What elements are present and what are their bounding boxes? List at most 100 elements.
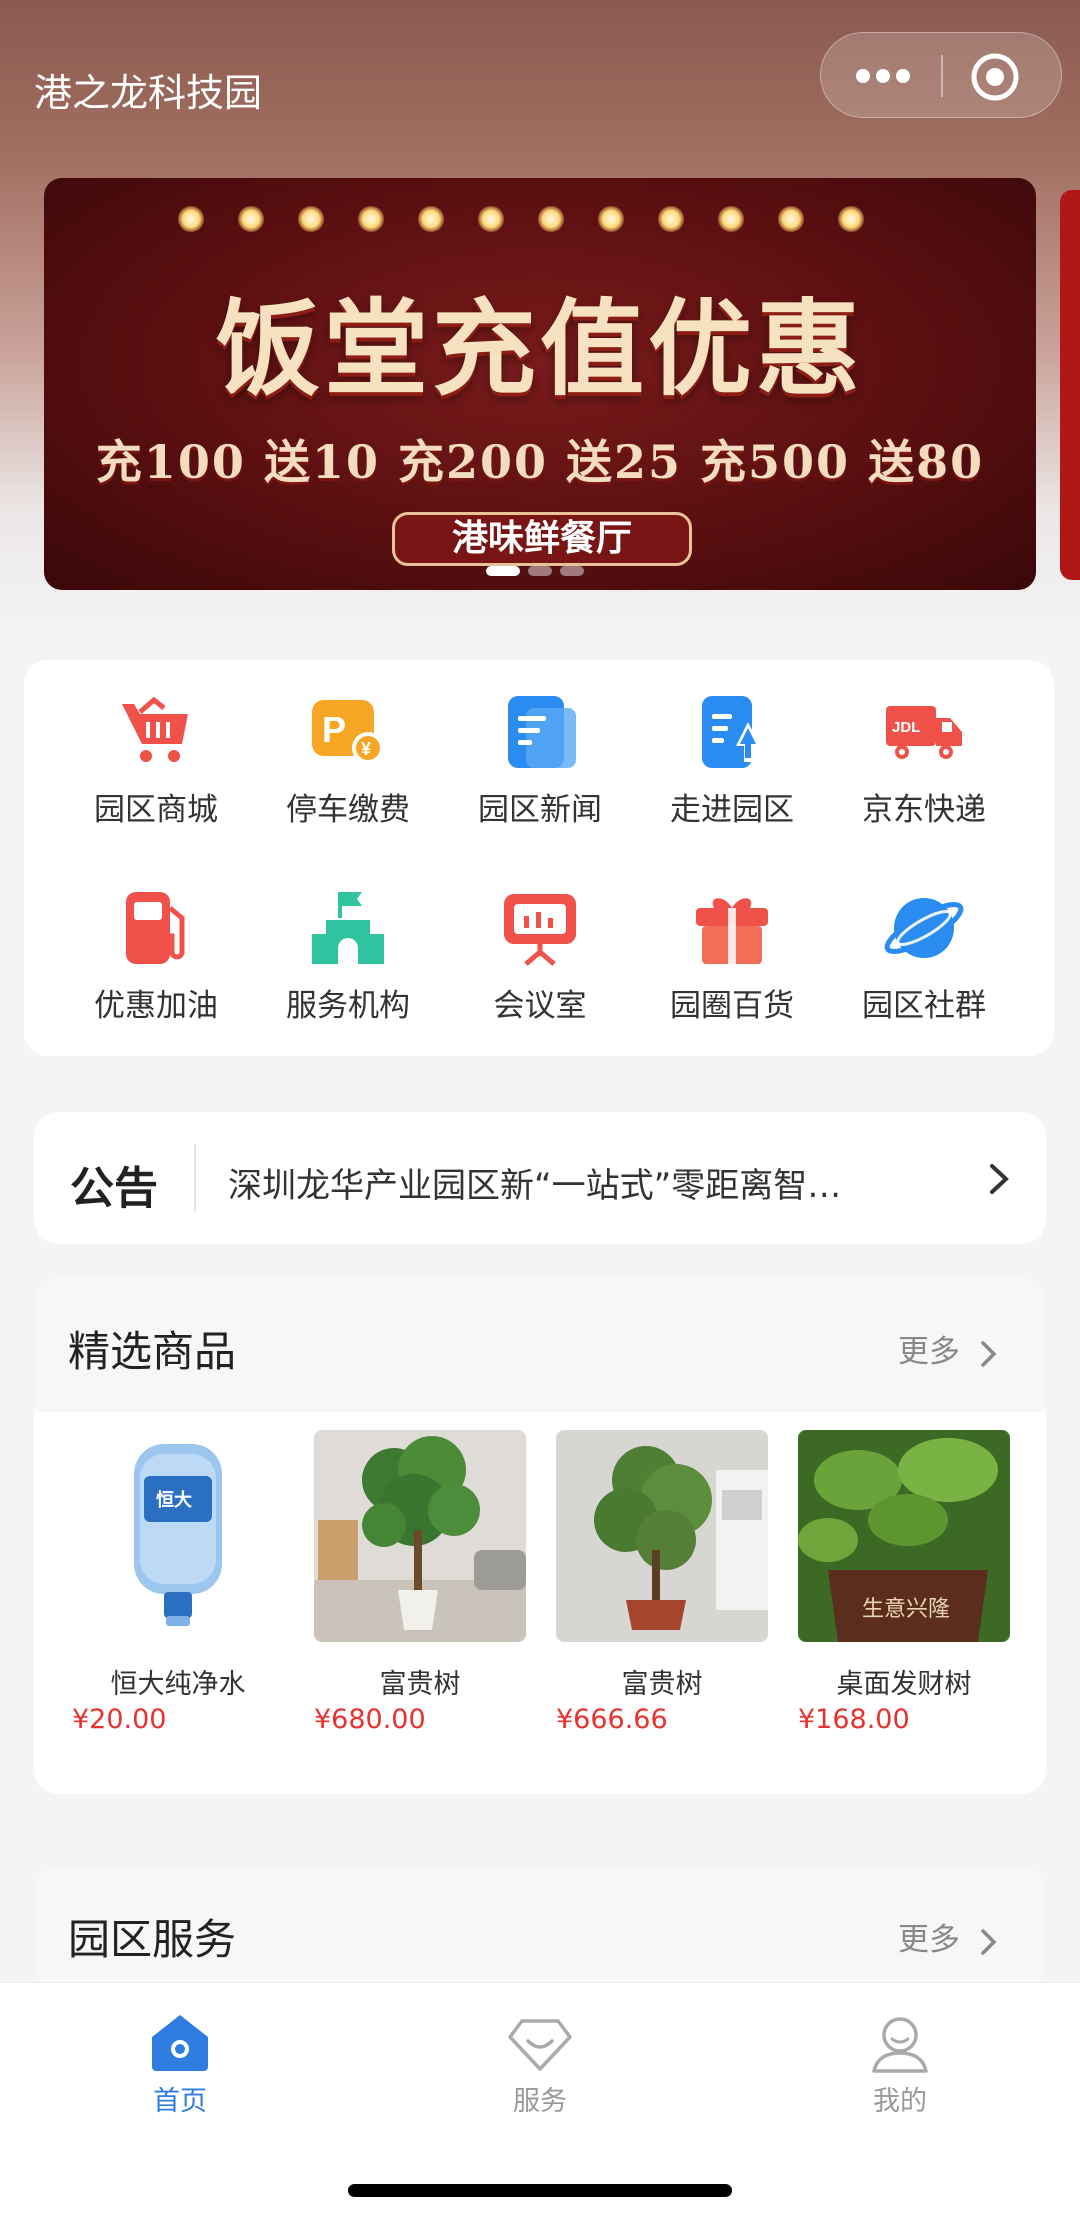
- shopping-cart-icon: [122, 696, 188, 762]
- product-price: ¥168.00: [798, 1704, 910, 1735]
- banner-title: 饭堂充值优惠: [215, 287, 864, 410]
- target-circle-icon[interactable]: [969, 51, 1021, 103]
- grid-item-meeting-room[interactable]: 会议室: [444, 862, 636, 1024]
- product-price: ¥20.00: [72, 1704, 167, 1735]
- light-bulb-decoration: [178, 206, 204, 232]
- mini-program-capsule: [820, 32, 1062, 118]
- app-title: 港之龙科技园: [34, 71, 263, 115]
- product-card[interactable]: 富贵树 ¥680.00: [314, 1430, 526, 1750]
- light-bulb-decoration: [238, 206, 264, 232]
- home-icon: [152, 2015, 208, 2071]
- product-card[interactable]: 富贵树 ¥666.66: [556, 1430, 768, 1750]
- light-bulb-decoration: [838, 206, 864, 232]
- grid-item-park-guide[interactable]: 走进园区: [636, 666, 828, 828]
- grid-item-label: 走进园区: [670, 792, 794, 828]
- announcement-divider: [194, 1144, 196, 1212]
- grid-item-label: 服务机构: [286, 988, 410, 1024]
- announcement-text[interactable]: 深圳龙华产业园区新“一站式”零距离智…: [228, 1158, 968, 1207]
- grid-item-news[interactable]: 园区新闻: [444, 666, 636, 828]
- grid-item-label: 优惠加油: [94, 988, 218, 1024]
- building-flag-icon: [312, 892, 384, 964]
- plant-image: 生意兴隆: [798, 1430, 1010, 1642]
- chevron-right-icon: [981, 1340, 997, 1367]
- grid-item-label: 园区社群: [862, 988, 986, 1024]
- grid-item-fuel[interactable]: 优惠加油: [60, 862, 252, 1024]
- home-indicator: [348, 2184, 732, 2197]
- parking-payment-icon: P ¥: [312, 700, 384, 764]
- section-header: 精选商品 更多: [34, 1278, 1046, 1412]
- product-name: 桌面发财树: [836, 1669, 972, 1700]
- featured-products-section: 精选商品 更多 恒大 恒大纯净水 ¥20.00 富贵树 ¥680.00 富贵树 …: [34, 1278, 1046, 1794]
- grid-item-label: 园区新闻: [478, 792, 602, 828]
- more-link[interactable]: 更多: [898, 1326, 998, 1371]
- water-bottle-image: 恒大: [72, 1430, 284, 1642]
- more-link-label: 更多: [898, 1334, 960, 1370]
- delivery-truck-icon: JDL: [886, 706, 962, 759]
- planet-icon: [884, 898, 964, 958]
- announcement-bar[interactable]: 公告 深圳龙华产业园区新“一站式”零距离智…: [34, 1112, 1046, 1244]
- product-name: 富贵树: [621, 1669, 703, 1700]
- diamond-service-icon: [508, 2019, 572, 2071]
- more-dots-icon[interactable]: [849, 55, 917, 97]
- tab-label: 服务: [513, 2086, 567, 2117]
- grid-item-mall[interactable]: 园区商城: [60, 666, 252, 828]
- grid-item-label: 园区商城: [94, 792, 218, 828]
- grid-item-jd-express[interactable]: JDL 京东快递: [828, 666, 1020, 828]
- grid-item-label: 停车缴费: [286, 792, 410, 828]
- product-card[interactable]: 恒大 恒大纯净水 ¥20.00: [72, 1430, 284, 1750]
- light-bulb-decoration: [298, 206, 324, 232]
- carousel-dot-active: [486, 566, 520, 576]
- grid-item-service-org[interactable]: 服务机构: [252, 862, 444, 1024]
- carousel-dot: [528, 566, 552, 576]
- section-title: 精选商品: [68, 1327, 237, 1376]
- grid-item-department-store[interactable]: 园圈百货: [636, 862, 828, 1024]
- tab-service[interactable]: 服务: [440, 2003, 640, 2117]
- user-profile-icon: [872, 2017, 928, 2073]
- light-bulb-decoration: [658, 206, 684, 232]
- grid-item-label: 京东快递: [862, 792, 986, 828]
- fuel-pump-icon: [126, 892, 185, 964]
- banner-restaurant-tag: 港味鲜餐厅: [392, 512, 692, 566]
- grid-item-parking[interactable]: P ¥ 停车缴费: [252, 666, 444, 828]
- svg-text:JDL: JDL: [892, 719, 920, 736]
- news-document-icon: [508, 696, 576, 768]
- product-card[interactable]: 生意兴隆 桌面发财树 ¥168.00: [798, 1430, 1010, 1750]
- svg-text:¥: ¥: [361, 739, 371, 759]
- gift-box-icon: [696, 898, 768, 964]
- product-price: ¥666.66: [556, 1704, 668, 1735]
- light-bulb-decoration: [778, 206, 804, 232]
- grid-item-community[interactable]: 园区社群: [828, 862, 1020, 1024]
- announcement-title: 公告: [70, 1163, 158, 1214]
- svg-text:生意兴隆: 生意兴隆: [862, 1597, 950, 1622]
- carousel-indicator: [486, 566, 584, 576]
- chevron-right-icon: [981, 1928, 997, 1955]
- svg-text:恒大: 恒大: [156, 1489, 192, 1510]
- product-name: 富贵树: [379, 1669, 461, 1700]
- presentation-board-icon: [504, 894, 576, 966]
- plant-image: [314, 1430, 526, 1642]
- quick-entry-grid: 园区商城 P ¥ 停车缴费 园区新闻 走进园区 JDL 京东快递 优惠加油 服务…: [24, 660, 1054, 1056]
- top-nav-bar: 港之龙科技园: [0, 0, 1080, 170]
- chevron-right-icon: [990, 1164, 1009, 1194]
- svg-text:P: P: [322, 709, 346, 750]
- more-link[interactable]: 更多: [898, 1914, 998, 1959]
- tab-home[interactable]: 首页: [80, 2003, 280, 2117]
- promo-banner[interactable]: 饭堂充值优惠 充100 送10 充200 送25 充500 送80 港味鲜餐厅: [44, 178, 1036, 590]
- light-bulb-decoration: [598, 206, 624, 232]
- light-bulb-decoration: [478, 206, 504, 232]
- tab-label: 首页: [153, 2086, 207, 2117]
- carousel-dot: [560, 566, 584, 576]
- plant-image: [556, 1430, 768, 1642]
- grid-item-label: 园圈百货: [670, 988, 794, 1024]
- product-name: 恒大纯净水: [110, 1669, 246, 1700]
- capsule-divider: [941, 55, 943, 97]
- product-price: ¥680.00: [314, 1704, 426, 1735]
- light-bulb-decoration: [718, 206, 744, 232]
- next-banner-peek[interactable]: [1060, 190, 1080, 580]
- light-bulb-decoration: [358, 206, 384, 232]
- grid-item-label: 会议室: [493, 988, 587, 1024]
- park-guide-icon: [702, 696, 760, 768]
- tab-mine[interactable]: 我的: [800, 2003, 1000, 2117]
- tab-label: 我的: [873, 2086, 927, 2117]
- light-bulb-decoration: [418, 206, 444, 232]
